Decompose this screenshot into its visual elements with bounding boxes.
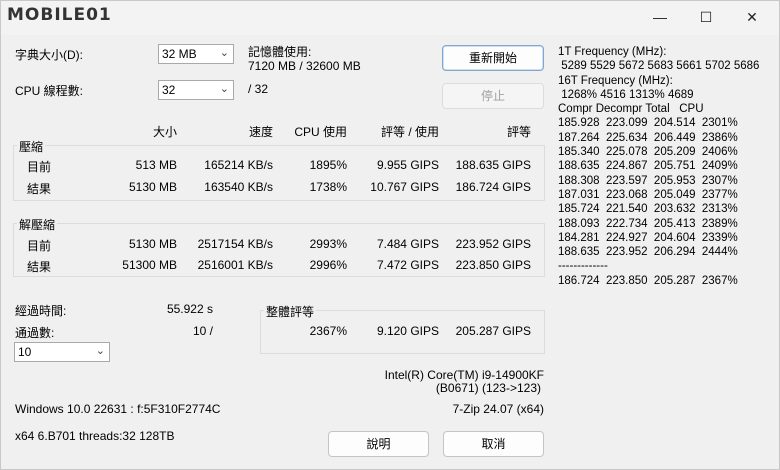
log-line: 16T Frequency (MHz): bbox=[558, 74, 673, 87]
header-rating-usage: 評等 / 使用 bbox=[380, 125, 439, 139]
header-speed: 速度 bbox=[248, 125, 273, 139]
compress-result-size: 5130 MB bbox=[128, 180, 177, 194]
dict-size-label: 字典大小(D): bbox=[15, 48, 83, 62]
app-logo: MOBILE01 bbox=[7, 5, 112, 25]
threads-total: / 32 bbox=[248, 82, 269, 96]
decompress-current-speed: 2517154 KB/s bbox=[197, 237, 273, 251]
compress-current-label: 目前 bbox=[27, 160, 52, 174]
compress-result-label: 結果 bbox=[27, 182, 52, 196]
log-line: 187.264 225.634 206.449 2386% bbox=[558, 131, 738, 144]
log-line: 184.281 224.927 204.604 2339% bbox=[558, 231, 738, 244]
benchmark-log: 1T Frequency (MHz): 5289 5529 5672 5683 … bbox=[558, 45, 759, 288]
passes-select-value: 10 bbox=[18, 345, 32, 359]
total-rating-title: 整體評等 bbox=[264, 303, 317, 320]
decompress-result-rating: 223.850 GIPS bbox=[455, 258, 531, 272]
version-info: 7-Zip 24.07 (x64) bbox=[452, 402, 544, 416]
decompress-current-rating-usage: 7.484 GIPS bbox=[376, 237, 439, 251]
compress-current-size: 513 MB bbox=[135, 158, 177, 172]
decompress-current-rating: 223.952 GIPS bbox=[455, 237, 531, 251]
log-line: 186.724 223.850 205.287 2367% bbox=[558, 274, 738, 287]
minimize-icon: — bbox=[653, 9, 667, 25]
log-line: 185.928 223.099 204.514 2301% bbox=[558, 117, 738, 130]
decompress-result-speed: 2516001 KB/s bbox=[197, 258, 273, 272]
compress-result-rating: 186.724 GIPS bbox=[455, 180, 531, 194]
total-rating: 205.287 GIPS bbox=[455, 324, 531, 338]
header-cpu: CPU 使用 bbox=[294, 125, 347, 139]
chevron-down-icon: ⌄ bbox=[95, 345, 105, 357]
cpu-id: (B0671) (123->123) bbox=[435, 381, 541, 395]
log-line: 185.340 225.078 205.209 2406% bbox=[558, 146, 738, 159]
maximize-button[interactable]: ☐ bbox=[683, 1, 729, 33]
decompress-result-size: 51300 MB bbox=[122, 258, 177, 272]
decompress-result-cpu: 2996% bbox=[309, 258, 347, 272]
elapsed-label: 經過時間: bbox=[15, 304, 67, 318]
passes-select[interactable]: 10 ⌄ bbox=[14, 342, 110, 362]
compress-current-rating: 188.635 GIPS bbox=[455, 158, 531, 172]
threads-value: 32 bbox=[162, 83, 176, 97]
log-line: 5289 5529 5672 5683 5661 5702 5686 bbox=[558, 60, 760, 73]
decompress-result-rating-usage: 7.472 GIPS bbox=[376, 258, 439, 272]
log-line: 185.724 221.540 203.632 2313% bbox=[558, 203, 738, 216]
log-line: 188.308 223.597 205.953 2307% bbox=[558, 174, 738, 187]
header-size: 大小 bbox=[152, 125, 177, 139]
compress-current-rating-usage: 9.955 GIPS bbox=[376, 158, 439, 172]
dict-size-select[interactable]: 32 MB ⌄ bbox=[158, 44, 234, 64]
total-cpu: 2367% bbox=[309, 324, 347, 338]
decompress-current-label: 目前 bbox=[27, 239, 52, 253]
passes-value: 10 / bbox=[192, 324, 213, 338]
log-line: ------------- bbox=[558, 260, 608, 273]
close-button[interactable]: ✕ bbox=[729, 1, 775, 33]
cpu-name: Intel(R) Core(TM) i9-14900KF bbox=[384, 368, 544, 382]
log-line: 1T Frequency (MHz): bbox=[558, 46, 667, 58]
title-bar: MOBILE01 — ☐ ✕ bbox=[1, 1, 779, 35]
stop-button[interactable]: 停止 bbox=[442, 83, 544, 109]
os-info: Windows 10.0 22631 : f:5F310F2774C bbox=[15, 402, 221, 416]
decompress-title: 解壓縮 bbox=[17, 216, 58, 233]
memory-value: 7120 MB / 32600 MB bbox=[248, 59, 361, 73]
threads-select[interactable]: 32 ⌄ bbox=[158, 80, 234, 100]
dict-size-value: 32 MB bbox=[162, 47, 197, 61]
log-line: 188.093 222.734 205.413 2389% bbox=[558, 217, 738, 230]
memory-label: 記憶體使用: bbox=[248, 45, 312, 59]
close-icon: ✕ bbox=[746, 9, 758, 25]
maximize-icon: ☐ bbox=[699, 9, 713, 25]
decompress-result-label: 結果 bbox=[27, 260, 52, 274]
passes-label: 通過數: bbox=[15, 326, 55, 340]
decompress-current-cpu: 2993% bbox=[309, 237, 347, 251]
elapsed-value: 55.922 s bbox=[166, 302, 213, 316]
log-line: Compr Decompr Total CPU bbox=[558, 103, 704, 116]
compress-result-cpu: 1738% bbox=[309, 180, 347, 194]
minimize-button[interactable]: — bbox=[637, 1, 683, 33]
log-line: 1268% 4516 1313% 4689 bbox=[558, 88, 694, 101]
cancel-button[interactable]: 取消 bbox=[443, 431, 544, 457]
app-window: MOBILE01 — ☐ ✕ 字典大小(D): 32 MB ⌄ CPU 線程數:… bbox=[0, 0, 780, 470]
help-button[interactable]: 說明 bbox=[328, 431, 429, 457]
decompress-current-size: 5130 MB bbox=[128, 237, 177, 251]
chevron-down-icon: ⌄ bbox=[219, 47, 229, 59]
log-line: 188.635 224.867 205.751 2409% bbox=[558, 160, 738, 173]
compress-title: 壓縮 bbox=[17, 138, 46, 155]
compress-current-speed: 165214 KB/s bbox=[204, 158, 273, 172]
compress-result-speed: 163540 KB/s bbox=[204, 180, 273, 194]
restart-button[interactable]: 重新開始 bbox=[442, 45, 544, 71]
arch-info: x64 6.B701 threads:32 128TB bbox=[15, 429, 175, 443]
chevron-down-icon: ⌄ bbox=[219, 83, 229, 95]
log-line: 188.635 223.952 206.294 2444% bbox=[558, 246, 738, 259]
total-rating-usage: 9.120 GIPS bbox=[376, 324, 439, 338]
header-rating: 評等 bbox=[506, 125, 531, 139]
log-line: 187.031 223.068 205.049 2377% bbox=[558, 188, 738, 201]
logo-text: MOBILE01 bbox=[7, 5, 112, 25]
compress-current-cpu: 1895% bbox=[309, 158, 347, 172]
compress-result-rating-usage: 10.767 GIPS bbox=[370, 180, 439, 194]
threads-label: CPU 線程數: bbox=[15, 84, 84, 98]
